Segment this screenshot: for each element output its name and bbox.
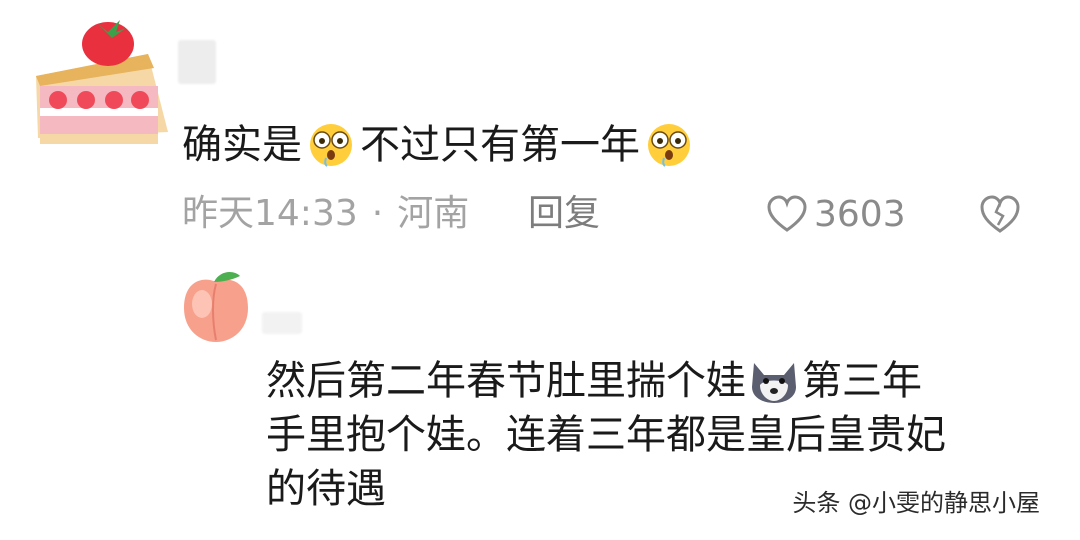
broken-heart-icon bbox=[980, 195, 1020, 233]
reply-line-1-part-1: 然后第二年春节肚里揣个娃 bbox=[266, 358, 746, 404]
peach-icon[interactable] bbox=[178, 268, 254, 344]
like-count: 3603 bbox=[814, 193, 906, 235]
comment-text: 确实是 不过只有第一年 bbox=[182, 120, 698, 170]
dislike-button[interactable] bbox=[978, 192, 1022, 236]
username-blurred[interactable] bbox=[262, 312, 302, 334]
comment-text-part-1: 确实是 bbox=[182, 122, 302, 168]
meta-separator: · bbox=[371, 193, 384, 234]
comment-time: 昨天14:33 bbox=[182, 193, 358, 234]
comment-text-part-2: 不过只有第一年 bbox=[360, 122, 640, 168]
reply-button[interactable]: 回复 bbox=[528, 190, 600, 238]
reply-line: 然后第二年春节肚里揣个娃 第三年 bbox=[266, 354, 1046, 408]
strawberry-cake-icon[interactable] bbox=[28, 14, 176, 154]
reply-line-3: 的待遇 bbox=[266, 466, 386, 512]
reply-line-1-part-2: 第三年 bbox=[802, 358, 922, 404]
comment-location: 河南 bbox=[397, 193, 470, 234]
like-button[interactable]: 3603 bbox=[766, 190, 906, 238]
watermark: 头条 @小雯的静思小屋 bbox=[792, 489, 1040, 517]
reply-line: 手里抱个娃。连着三年都是皇后皇贵妃 bbox=[266, 408, 1046, 462]
wolf-emoji-icon bbox=[746, 357, 802, 405]
comment-meta: 昨天14:33 · 河南 bbox=[182, 190, 469, 238]
reply-line-2: 手里抱个娃。连着三年都是皇后皇贵妃 bbox=[266, 412, 946, 458]
username-blurred[interactable] bbox=[178, 40, 216, 84]
heart-icon bbox=[767, 195, 807, 232]
drooling-face-emoji-icon bbox=[642, 122, 696, 168]
drooling-face-emoji-icon bbox=[304, 122, 358, 168]
